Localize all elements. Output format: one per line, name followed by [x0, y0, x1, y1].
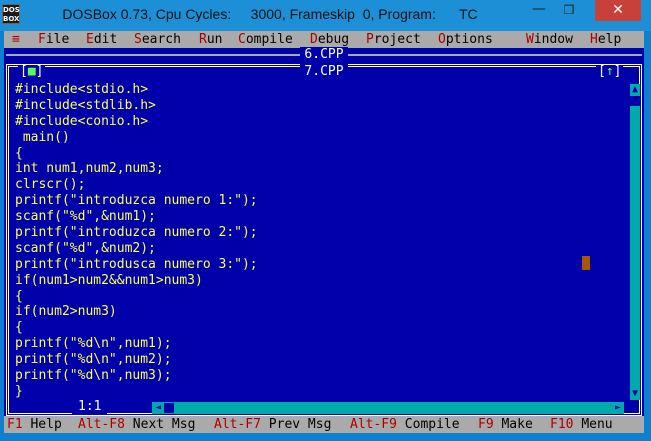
- menu-project[interactable]: Project: [366, 31, 421, 48]
- menu-search[interactable]: Search: [134, 31, 181, 48]
- editor-window-title: 7.CPP: [4, 64, 644, 79]
- code-line: #include<conio.h>: [15, 113, 149, 129]
- code-line: {: [15, 288, 23, 304]
- code-line: {: [15, 145, 23, 161]
- status-next-msg[interactable]: Alt-F8 Next Msg: [78, 416, 195, 433]
- code-line: printf("introdusca numero 3:");: [15, 256, 258, 272]
- window-zoom-box[interactable]: [↑]: [596, 64, 624, 79]
- vertical-scrollbar[interactable]: ▲ ▼: [630, 84, 640, 400]
- code-line: scanf("%d",&num2);: [15, 240, 156, 256]
- horizontal-scrollbar[interactable]: ◄ ►: [152, 402, 624, 414]
- code-line: int num1,num2,num3;: [15, 161, 164, 177]
- status-prev-msg[interactable]: Alt-F7 Prev Msg: [214, 416, 331, 433]
- menu-edit[interactable]: Edit: [86, 31, 117, 48]
- cursor-position: 1:1: [72, 400, 108, 414]
- menu-file[interactable]: File: [38, 31, 69, 48]
- status-help[interactable]: F1 Help: [7, 416, 62, 433]
- close-box-icon: ■: [27, 64, 36, 79]
- close-window-button[interactable]: ✕: [595, 0, 641, 21]
- window-title: DOSBox 0.73, Cpu Cycles: 3000, Frameskip…: [62, 6, 478, 22]
- desktop-background-strip: [0, 433, 651, 441]
- status-menu[interactable]: F10 Menu: [550, 416, 613, 433]
- status-make[interactable]: F9 Make: [478, 416, 533, 433]
- scroll-right-arrow-icon[interactable]: ►: [612, 402, 624, 414]
- code-line: printf("%d\n",num2);: [15, 352, 172, 368]
- scroll-down-arrow-icon[interactable]: ▼: [630, 388, 640, 400]
- menu-run[interactable]: Run: [199, 31, 222, 48]
- code-line: printf("introduzca numero 2:");: [15, 225, 258, 241]
- editor-desktop: 6.CPP 7.CPP [■] [↑] #include<stdio.h> #i…: [4, 47, 644, 416]
- text-cursor: [582, 256, 590, 270]
- code-line: clrscr();: [15, 177, 86, 193]
- code-line: #include<stdio.h>: [15, 82, 149, 97]
- system-menu-icon: ≡: [12, 32, 20, 47]
- code-line: }: [15, 383, 23, 399]
- code-line: main(): [15, 129, 70, 145]
- code-line: #include<stdlib.h>: [15, 97, 156, 113]
- window-title-bar: DOS BOX DOSBox 0.73, Cpu Cycles: 3000, F…: [0, 0, 651, 31]
- maximize-button[interactable]: ❐: [555, 0, 583, 21]
- back-window-title[interactable]: 6.CPP: [4, 47, 644, 62]
- menu-bar: ≡ File Edit Search Run Compile Debug Pro…: [4, 31, 644, 48]
- code-line: printf("introduzca numero 1:");: [15, 193, 258, 209]
- status-bar: F1 Help Alt-F8 Next Msg Alt-F7 Prev Msg …: [4, 416, 644, 433]
- code-line: scanf("%d",&num1);: [15, 209, 156, 225]
- code-line: if(num2>num3): [15, 304, 117, 320]
- vertical-scroll-thumb[interactable]: [630, 96, 640, 106]
- zoom-arrow-icon: ↑: [605, 64, 614, 79]
- status-compile[interactable]: Alt-F9 Compile: [350, 416, 460, 433]
- horizontal-scroll-thumb[interactable]: [164, 403, 174, 413]
- code-line: {: [15, 320, 23, 336]
- code-editor[interactable]: #include<stdio.h> #include<stdlib.h> #in…: [15, 82, 625, 400]
- code-line: printf("%d\n",num3);: [15, 368, 172, 384]
- code-line: if(num1>num2&&num1>num3): [15, 272, 203, 288]
- menu-debug[interactable]: Debug: [310, 31, 349, 48]
- menu-compile[interactable]: Compile: [238, 31, 293, 48]
- code-line: printf("%d\n",num1);: [15, 336, 172, 352]
- menu-window[interactable]: Window: [526, 31, 573, 48]
- menu-help[interactable]: Help: [590, 31, 621, 48]
- window-close-box[interactable]: [■]: [18, 64, 46, 79]
- scroll-left-arrow-icon[interactable]: ◄: [152, 402, 164, 414]
- minimize-button[interactable]: —: [525, 0, 553, 21]
- menu-options[interactable]: Options: [438, 31, 493, 48]
- scroll-up-arrow-icon[interactable]: ▲: [630, 84, 640, 96]
- system-menu[interactable]: ≡: [12, 31, 20, 48]
